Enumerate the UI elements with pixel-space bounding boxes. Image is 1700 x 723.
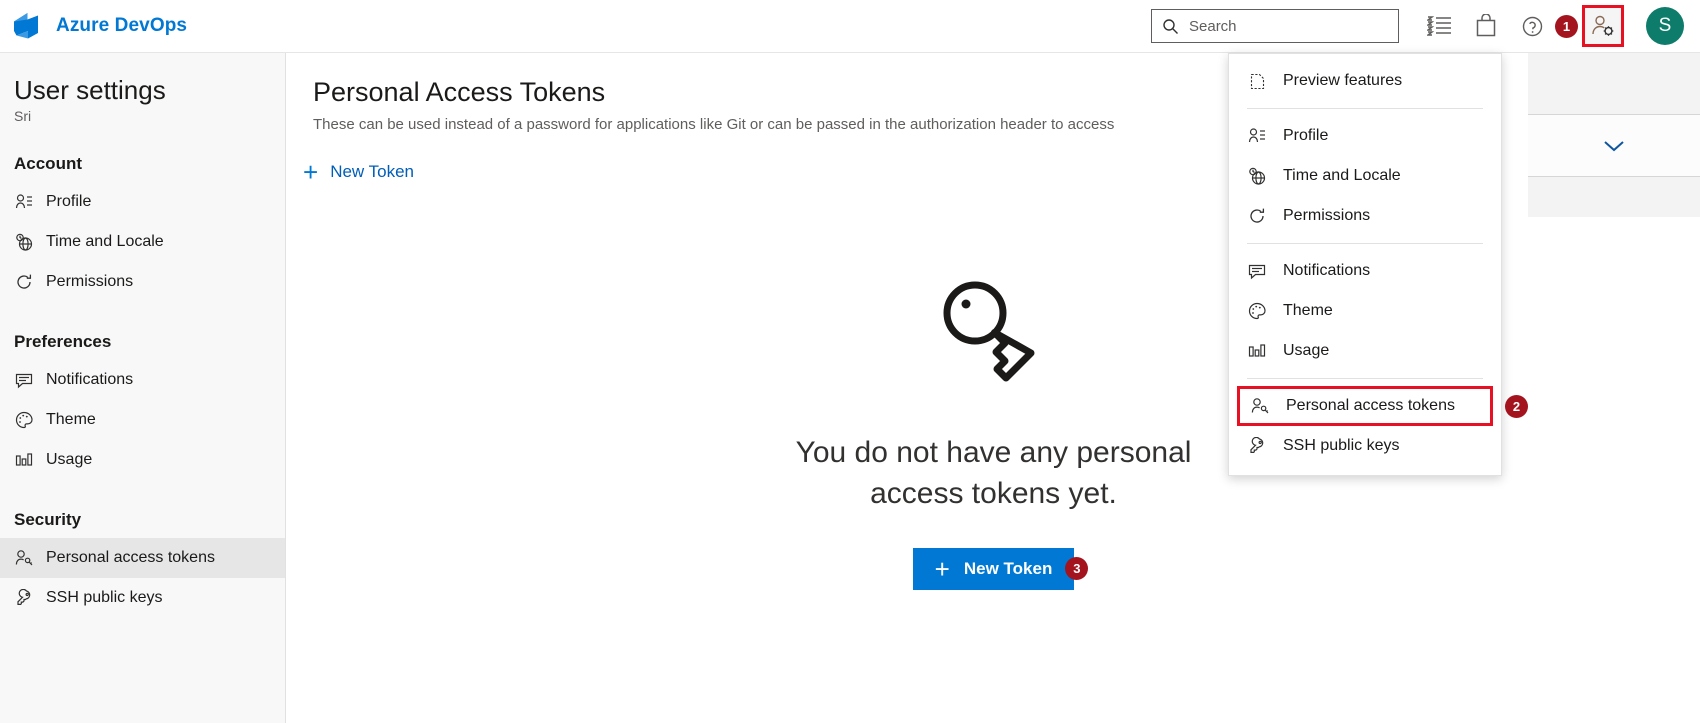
avatar[interactable]: S <box>1646 7 1684 45</box>
sidebar-group-security: Security <box>14 510 82 529</box>
preview-features-icon <box>1247 71 1267 91</box>
search-box[interactable] <box>1151 9 1399 43</box>
usage-chart-icon <box>1247 341 1267 361</box>
personal-access-tokens-icon <box>14 548 34 568</box>
notifications-icon <box>1247 261 1267 281</box>
menu-item-label: Personal access tokens <box>1286 397 1455 414</box>
menu-item-time-and-locale[interactable]: Time and Locale <box>1229 156 1501 196</box>
sidebar-item-time-and-locale[interactable]: Time and Locale <box>0 222 285 262</box>
personal-access-tokens-step-badge: 2 <box>1505 395 1528 418</box>
globe-clock-icon <box>1247 166 1267 186</box>
menu-item-label: Preview features <box>1283 72 1403 89</box>
profile-icon <box>14 192 34 212</box>
profile-icon <box>1247 126 1267 146</box>
menu-separator <box>1247 108 1483 109</box>
user-settings-icon[interactable] <box>1582 5 1624 47</box>
top-bar-actions: 1 <box>1151 0 1700 53</box>
sidebar-subtitle: Sri <box>14 108 32 124</box>
right-edge-expander[interactable] <box>1528 115 1700 177</box>
globe-clock-icon <box>14 232 34 252</box>
help-icon[interactable] <box>1509 0 1555 53</box>
ssh-key-icon <box>14 588 34 608</box>
menu-item-label: Usage <box>1283 342 1330 359</box>
sidebar-item-label: Permissions <box>46 273 134 290</box>
sidebar-item-personal-access-tokens[interactable]: Personal access tokens <box>0 538 285 578</box>
menu-item-label: Time and Locale <box>1283 167 1401 184</box>
new-token-link[interactable]: + New Token <box>303 159 414 185</box>
theme-palette-icon <box>14 410 34 430</box>
settings-step-badge: 1 <box>1555 14 1578 38</box>
right-edge-top-block <box>1528 53 1700 115</box>
sidebar-title: User settings <box>14 75 166 105</box>
menu-item-label: Notifications <box>1283 262 1371 279</box>
sidebar-group-preferences: Preferences <box>14 332 112 351</box>
brand-title: Azure DevOps <box>56 15 188 36</box>
menu-separator <box>1247 243 1483 244</box>
sidebar-item-notifications[interactable]: Notifications <box>0 360 285 400</box>
sidebar-item-label: Personal access tokens <box>46 549 215 566</box>
menu-item-personal-access-tokens[interactable]: Personal access tokens 2 <box>1237 386 1528 426</box>
notifications-icon <box>14 370 34 390</box>
theme-palette-icon <box>1247 301 1267 321</box>
menu-item-label: SSH public keys <box>1283 437 1400 454</box>
sidebar-item-ssh-public-keys[interactable]: SSH public keys <box>0 578 285 618</box>
menu-item-preview-features[interactable]: Preview features <box>1229 61 1501 101</box>
menu-item-permissions[interactable]: Permissions <box>1229 196 1501 236</box>
menu-item-ssh-public-keys[interactable]: SSH public keys <box>1229 426 1501 466</box>
sidebar-item-label: Theme <box>46 411 96 428</box>
azure-devops-logo-icon <box>10 9 44 43</box>
azure-devops-user-settings-page: Azure DevOps Search 1 S User settings Sr… <box>0 0 1700 723</box>
right-edge-panel <box>1528 53 1700 723</box>
sidebar-item-permissions[interactable]: Permissions <box>0 262 285 302</box>
sidebar-item-theme[interactable]: Theme <box>0 400 285 440</box>
sidebar-item-label: Usage <box>46 451 93 468</box>
permissions-icon <box>1247 206 1267 226</box>
sidebar-item-label: Profile <box>46 193 92 210</box>
menu-item-label: Profile <box>1283 127 1329 144</box>
chevron-down-icon <box>1601 138 1627 154</box>
menu-item-usage[interactable]: Usage <box>1229 331 1501 371</box>
search-input[interactable] <box>1187 16 1382 36</box>
menu-item-theme[interactable]: Theme <box>1229 291 1501 331</box>
sidebar-item-profile[interactable]: Profile <box>0 182 285 222</box>
menu-item-notifications[interactable]: Notifications <box>1229 251 1501 291</box>
menu-item-label: Permissions <box>1283 207 1371 224</box>
plus-icon: + <box>934 553 950 584</box>
work-items-icon[interactable] <box>1417 0 1463 53</box>
usage-chart-icon <box>14 450 34 470</box>
plus-icon: + <box>303 157 319 187</box>
right-edge-bottom-block <box>1528 177 1700 217</box>
permissions-icon <box>14 272 34 292</box>
brand-area[interactable]: Azure DevOps <box>0 9 187 43</box>
sidebar-item-label: Notifications <box>46 371 134 388</box>
top-navigation-bar: Azure DevOps Search 1 S <box>0 0 1700 53</box>
sidebar-item-usage[interactable]: Usage <box>0 440 285 480</box>
user-settings-sidebar: User settings Sri Account Profile Time a <box>0 53 286 723</box>
search-icon <box>1162 18 1179 35</box>
new-token-button[interactable]: + New Token 3 <box>912 548 1089 590</box>
menu-separator <box>1247 378 1483 379</box>
key-icon <box>935 273 1053 391</box>
new-token-button-label: New Token <box>963 559 1053 578</box>
sidebar-item-label: SSH public keys <box>46 589 163 606</box>
sidebar-item-label: Time and Locale <box>46 233 164 250</box>
page-description: These can be used instead of a password … <box>313 116 1115 133</box>
empty-state-message: You do not have any personal access toke… <box>795 436 1192 510</box>
sidebar-group-account: Account <box>14 154 82 173</box>
personal-access-tokens-icon <box>1250 396 1270 416</box>
menu-item-label: Theme <box>1283 302 1333 319</box>
menu-item-profile[interactable]: Profile <box>1229 116 1501 156</box>
ssh-key-icon <box>1247 436 1267 456</box>
user-settings-dropdown-menu: Preview features Profile Time and Locale <box>1228 53 1528 476</box>
new-token-link-label: New Token <box>330 162 414 181</box>
marketplace-icon[interactable] <box>1463 0 1509 53</box>
new-token-step-badge: 3 <box>1065 557 1089 580</box>
